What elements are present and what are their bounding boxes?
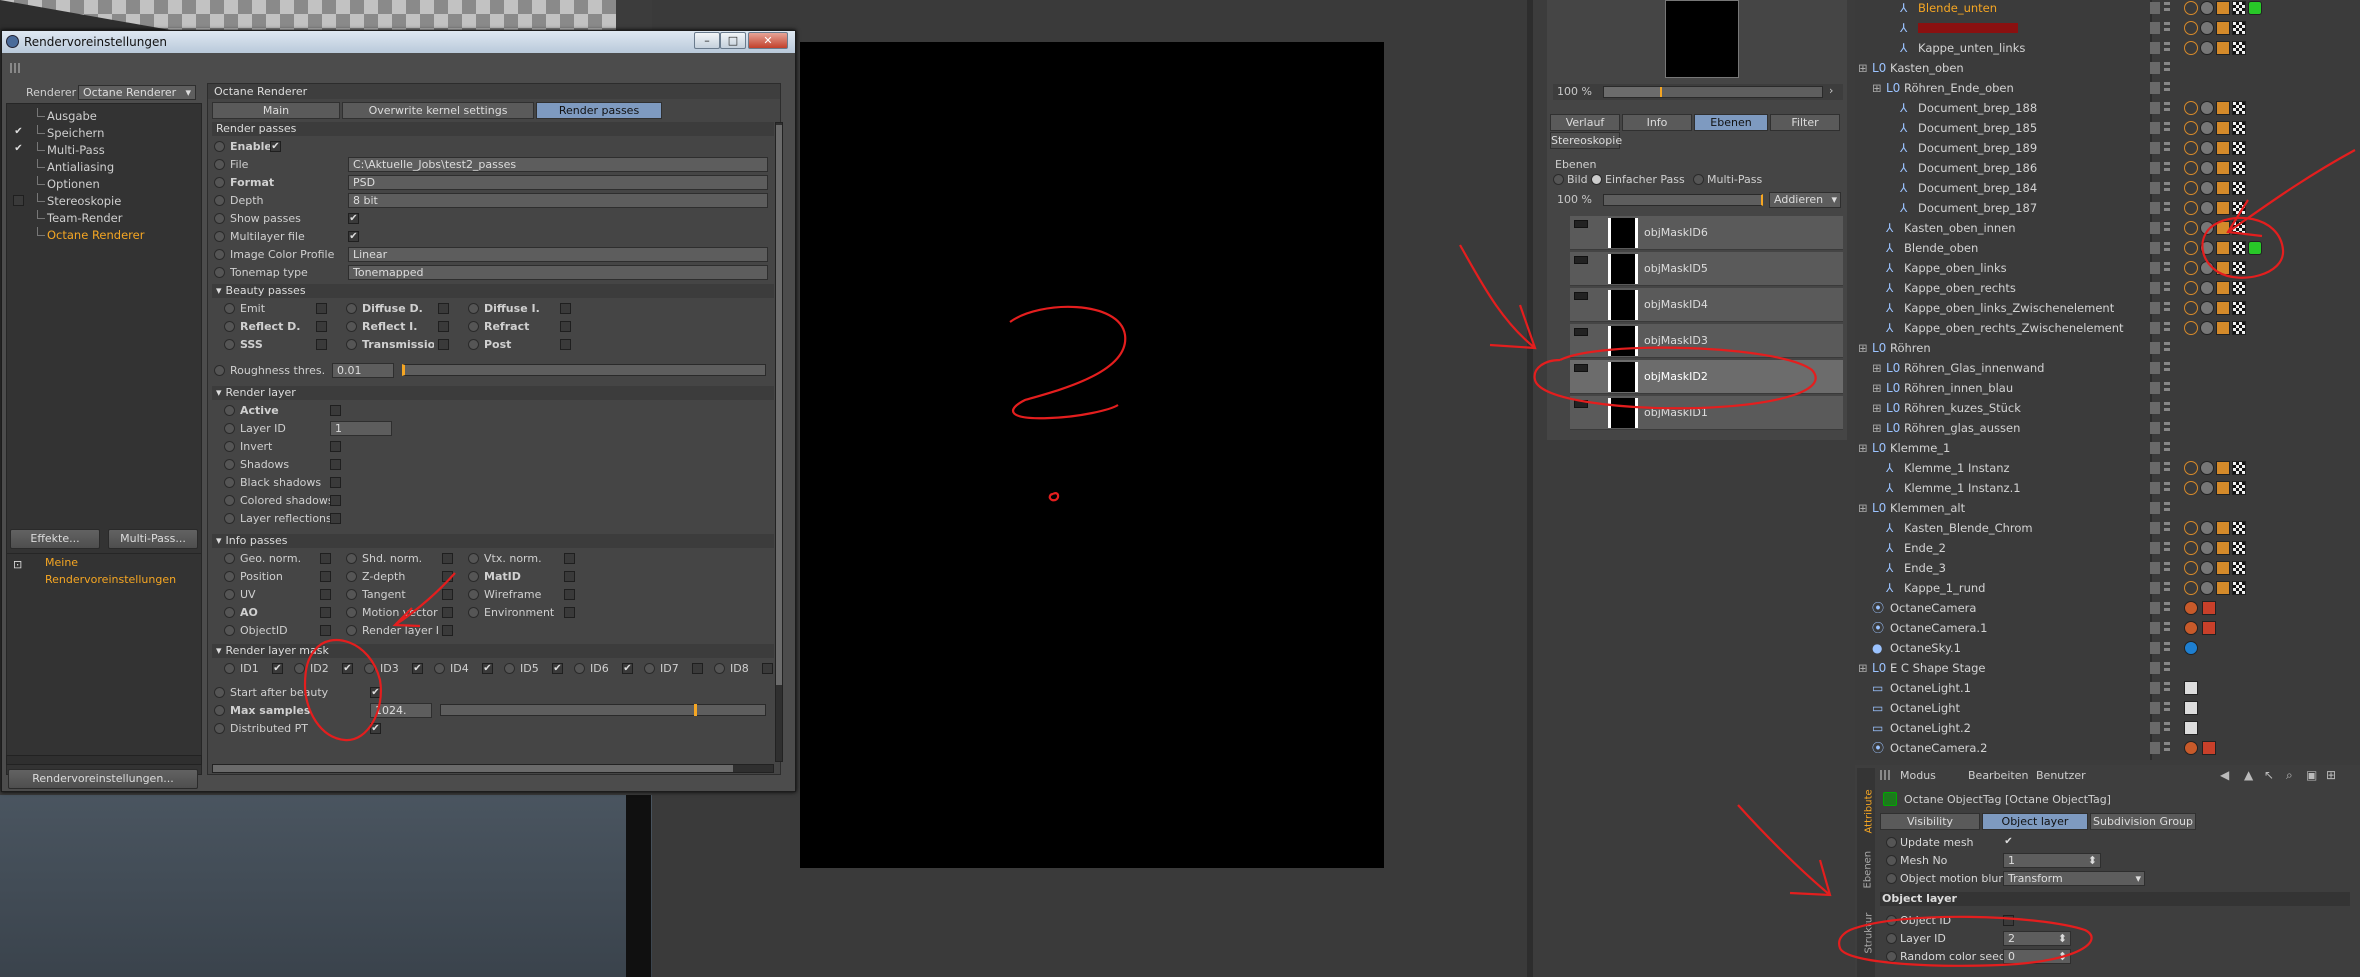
arrow-to-layerid-annotation (1737, 804, 1832, 897)
arrow-to-mask-annotation (392, 572, 456, 628)
question-mark-annotation (1009, 305, 1127, 420)
layerid-circle-annotation (1838, 915, 2093, 967)
annotation-layer (303, 149, 2356, 967)
tag-circle-annotation (2201, 216, 2285, 279)
arrow-to-layers-annotation (1459, 244, 1537, 350)
question-dot-annotation (1048, 492, 1060, 502)
arrow-to-tag-annotation (2226, 149, 2356, 238)
mask-circle-annotation (303, 638, 382, 742)
layer-circle-annotation (1533, 346, 1817, 410)
